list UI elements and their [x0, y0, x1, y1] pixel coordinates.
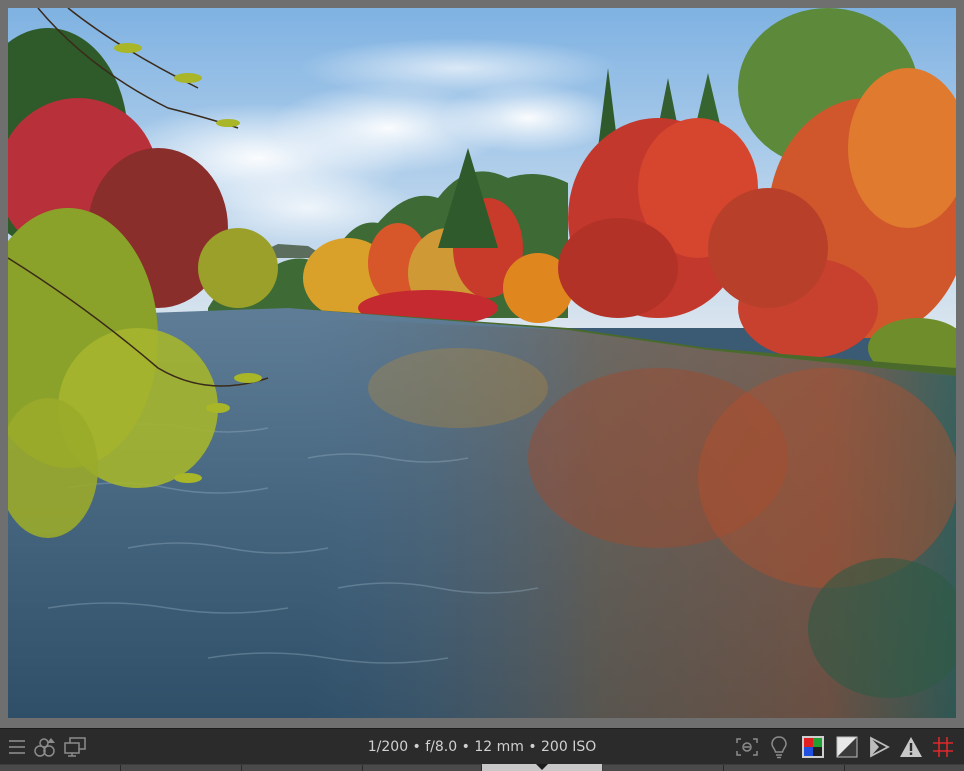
filmstrip-segment[interactable] [363, 765, 482, 771]
filmstrip-bar[interactable] [0, 764, 964, 771]
photo-image [8, 8, 956, 718]
color-labels-icon[interactable] [32, 734, 58, 760]
darkroom-window: 1/200 • f/8.0 • 12 mm • 200 ISO [0, 0, 964, 771]
lightbulb-icon[interactable] [766, 734, 792, 760]
filmstrip-segment[interactable] [603, 765, 724, 771]
filmstrip-segment[interactable] [121, 765, 242, 771]
filmstrip-segment[interactable] [845, 765, 964, 771]
filmstrip-segment[interactable] [242, 765, 363, 771]
softproof-icon[interactable] [834, 734, 860, 760]
photo-canvas[interactable] [8, 8, 956, 718]
guides-grid-icon[interactable] [930, 734, 956, 760]
exif-summary-text: 1/200 • f/8.0 • 12 mm • 200 ISO [367, 739, 597, 755]
bottom-toolbar: 1/200 • f/8.0 • 12 mm • 200 ISO [0, 728, 964, 765]
gamut-check-icon[interactable] [866, 734, 892, 760]
filmstrip-toggle-arrow-icon[interactable] [536, 764, 548, 770]
focus-peaking-icon[interactable] [734, 734, 760, 760]
second-display-icon[interactable] [62, 734, 88, 760]
hamburger-menu-icon[interactable] [4, 734, 30, 760]
filmstrip-segment[interactable] [724, 765, 845, 771]
overexposure-warning-icon[interactable] [898, 734, 924, 760]
filmstrip-segment[interactable] [0, 765, 121, 771]
color-assessment-icon[interactable] [800, 734, 826, 760]
